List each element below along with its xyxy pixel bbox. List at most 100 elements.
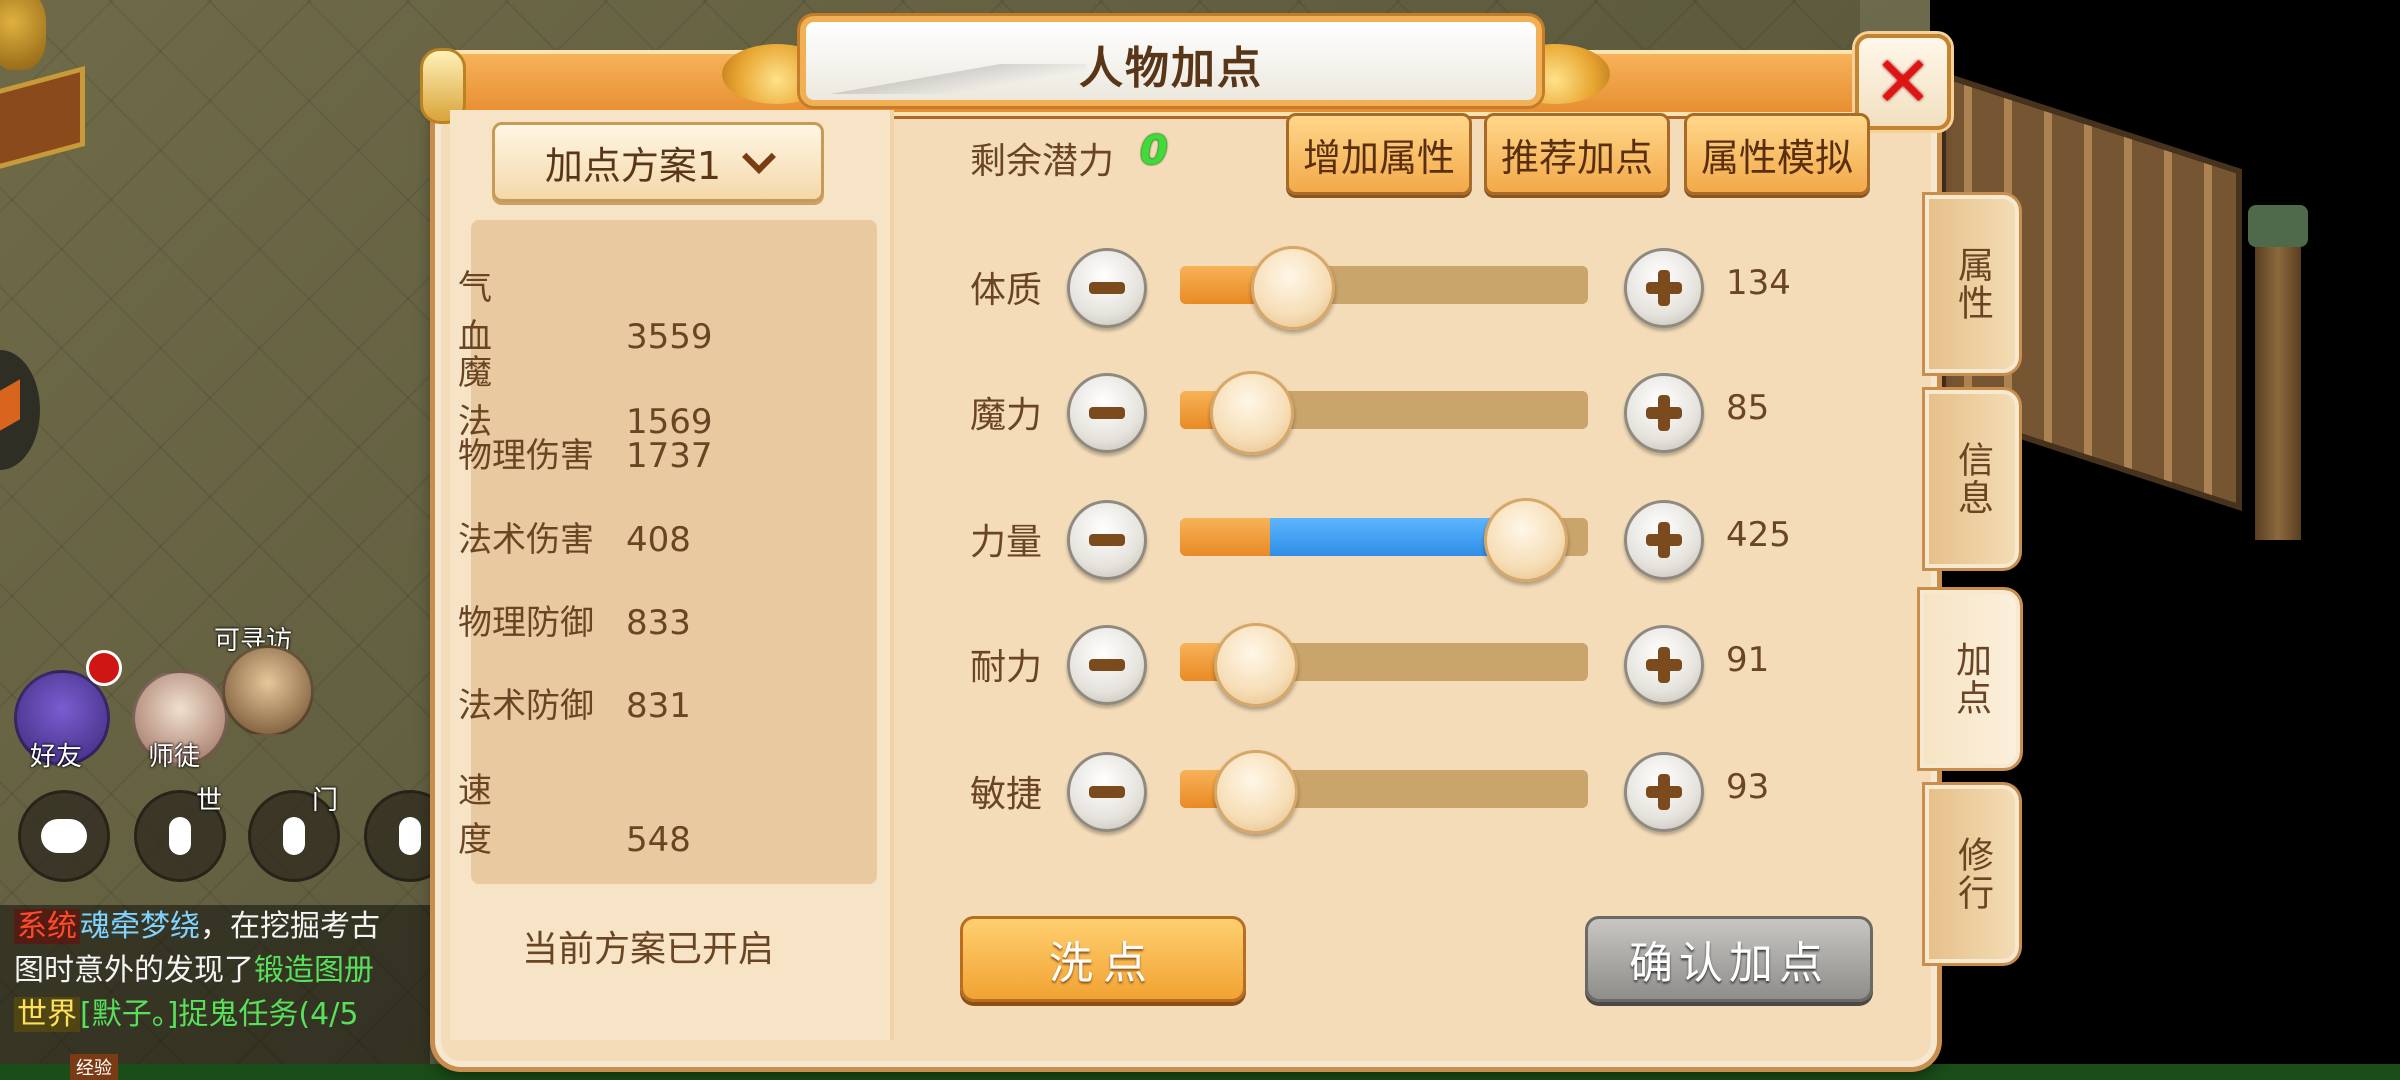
decrease-button[interactable] (1067, 500, 1147, 580)
attribute-points-dialog: 人物加点 ✕ 加点方案1 气血 3559 魔法 1569 物理伤害 1737 法术伤害 408… (420, 16, 2020, 1067)
stat-row: 气血 3559 (458, 260, 713, 358)
title-plate: 人物加点 (800, 16, 1542, 106)
increase-button[interactable] (1624, 248, 1704, 328)
stat-value: 831 (626, 686, 691, 726)
scene-vase (0, 0, 46, 70)
stat-row: 法术伤害 408 (458, 512, 691, 561)
attribute-label: 体质 (970, 270, 1043, 311)
slider-handle[interactable] (1210, 371, 1294, 455)
scene-table (0, 65, 85, 175)
stat-value: 548 (626, 820, 691, 860)
chat-tag: 系统 (14, 909, 80, 944)
chat-log[interactable]: 系统 魂牵梦绕，在挖掘考古 图时意外的发现了锻造图册 世界 [默子。]捉鬼任务(4/… (0, 905, 430, 1080)
minus-icon (1089, 534, 1125, 546)
plus-icon-bar (1658, 522, 1670, 558)
attribute-value: 85 (1726, 388, 1770, 428)
channel-sect-label: 门 (312, 786, 339, 816)
mentor-label[interactable]: 师徒 (148, 736, 200, 773)
side-tab-label: 加点 (1950, 641, 1991, 717)
decrease-button[interactable] (1067, 752, 1147, 832)
chat-line: 系统 魂牵梦绕，在挖掘考古 (0, 905, 430, 949)
close-icon: ✕ (1873, 41, 1933, 123)
chat-line: 图时意外的发现了锻造图册 (0, 949, 430, 993)
attribute-value: 425 (1726, 515, 1791, 555)
wash-points-button[interactable]: 洗点 (960, 916, 1246, 1002)
plan-dropdown-label: 加点方案1 (544, 143, 722, 188)
stat-label: 法术伤害 (458, 520, 594, 560)
chat-text: 图时意外的发现了 (14, 953, 254, 988)
plus-icon-bar (1658, 270, 1670, 306)
channel-world-label: 世 (196, 786, 223, 816)
slider-handle[interactable] (1484, 498, 1568, 582)
stat-row: 速度 548 (458, 763, 691, 861)
stat-row: 法术防御 831 (458, 678, 691, 727)
stat-row: 物理伤害 1737 (458, 428, 713, 477)
increase-button[interactable] (1624, 752, 1704, 832)
close-button[interactable]: ✕ (1855, 34, 1951, 130)
stat-label: 速度 (458, 771, 560, 860)
chat-bubble-icon[interactable] (18, 790, 110, 882)
increase-button[interactable] (1624, 373, 1704, 453)
attribute-value: 134 (1726, 263, 1791, 303)
potential-label: 剩余潜力 (970, 141, 1115, 182)
attribute-value: 91 (1726, 640, 1770, 680)
attribute-label: 力量 (970, 522, 1043, 563)
exp-label: 经验 (70, 1054, 118, 1080)
attribute-label: 魔力 (970, 395, 1043, 436)
chevron-down-icon (742, 140, 777, 174)
chat-name[interactable]: 魂牵梦绕 (80, 909, 200, 944)
dialog-title: 人物加点 (1079, 43, 1263, 94)
side-tab[interactable]: 属性 (1925, 195, 2019, 373)
slider-handle[interactable] (1214, 750, 1298, 834)
decrease-button[interactable] (1067, 625, 1147, 705)
add-attribute-button[interactable]: 增加属性 (1286, 113, 1472, 195)
side-tab-label: 修行 (1952, 836, 1993, 912)
stat-label: 物理防御 (458, 603, 594, 643)
decrease-button[interactable] (1067, 373, 1147, 453)
side-tab-label: 信息 (1952, 441, 1993, 517)
stat-row: 物理防御 833 (458, 595, 691, 644)
attribute-slider-track[interactable] (1180, 266, 1588, 304)
plan-dropdown[interactable]: 加点方案1 (492, 122, 824, 202)
chat-text: 捉鬼任务(4/5 (178, 997, 359, 1032)
recommend-points-button[interactable]: 推荐加点 (1484, 113, 1670, 195)
increase-button[interactable] (1624, 500, 1704, 580)
decrease-button[interactable] (1067, 248, 1147, 328)
chat-name[interactable]: [默子。] (80, 997, 178, 1032)
confirm-points-button[interactable]: 确认加点 (1585, 916, 1873, 1002)
chat-line: 世界 [默子。]捉鬼任务(4/5 (0, 993, 430, 1037)
minus-icon (1089, 407, 1125, 419)
stat-label: 气血 (458, 268, 560, 357)
increase-button[interactable] (1624, 625, 1704, 705)
plus-icon-bar (1658, 647, 1670, 683)
plus-icon-bar (1658, 395, 1670, 431)
slider-handle[interactable] (1214, 623, 1298, 707)
side-tab-label: 属性 (1952, 246, 1993, 322)
attribute-simulate-button[interactable]: 属性模拟 (1684, 113, 1870, 195)
attribute-value: 93 (1726, 767, 1770, 807)
stat-value: 408 (626, 520, 691, 560)
side-tab[interactable]: 修行 (1925, 785, 2019, 963)
stat-value: 1737 (626, 436, 713, 476)
stat-value: 833 (626, 603, 691, 643)
notification-dot (86, 650, 122, 686)
slider-handle[interactable] (1251, 246, 1335, 330)
slider-fill (1180, 518, 1270, 556)
visit-npc-icon[interactable] (222, 645, 314, 737)
attribute-label: 敏捷 (970, 774, 1043, 815)
minus-icon (1089, 786, 1125, 798)
minus-icon (1089, 282, 1125, 294)
plus-icon-bar (1658, 774, 1670, 810)
friends-label[interactable]: 好友 (30, 736, 82, 773)
side-tab[interactable]: 加点 (1920, 590, 2020, 768)
side-tab[interactable]: 信息 (1925, 390, 2019, 568)
plan-status-text: 当前方案已开启 (522, 929, 775, 970)
chat-item-link[interactable]: 锻造图册 (254, 953, 374, 988)
stat-label: 法术防御 (458, 686, 594, 726)
minus-icon (1089, 659, 1125, 671)
chat-tag: 世界 (14, 997, 80, 1032)
chat-text: ，在挖掘考古 (200, 909, 380, 944)
attribute-label: 耐力 (970, 647, 1043, 688)
stat-label: 物理伤害 (458, 436, 594, 476)
scene-post-cap (2248, 205, 2308, 247)
